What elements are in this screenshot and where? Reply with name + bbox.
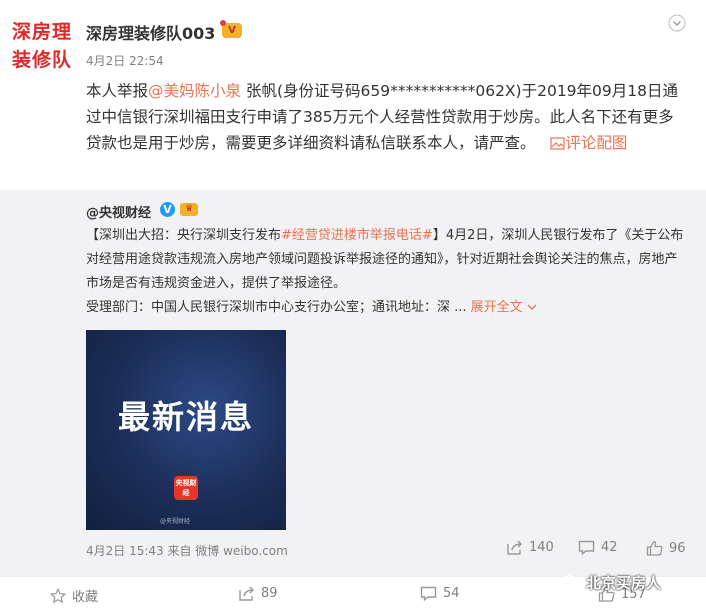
favorite-button[interactable]: 收藏: [50, 586, 98, 605]
repost-share-stat[interactable]: 140: [506, 540, 554, 555]
share-icon: [239, 586, 254, 601]
repost-meta[interactable]: 4月2日 15:43 来自 微博 weibo.com: [86, 542, 288, 559]
repost-text-bracket: 【深圳出大招：央行深圳支行发布: [86, 228, 282, 243]
watermark-text: 北京买房人: [586, 574, 662, 592]
share-button[interactable]: 89: [238, 586, 278, 601]
vip-badge-icon[interactable]: V: [220, 20, 242, 38]
avatar-text-line2: 装修队: [12, 49, 73, 71]
post-body: 本人举报@美妈陈小泉 张帆(身份证号码659***********062X)于2…: [86, 78, 686, 156]
hashtag-link[interactable]: #经营贷进楼市举报电话#: [281, 228, 433, 243]
chevron-down-icon[interactable]: [668, 14, 686, 32]
share-count: 89: [261, 586, 278, 601]
share-icon: [507, 540, 522, 555]
repost-like-count: 96: [669, 540, 686, 556]
mention-link[interactable]: @美妈陈小泉: [148, 82, 241, 100]
comment-icon: [578, 540, 595, 555]
repost-share-count: 140: [529, 540, 554, 555]
expand-full-text-link[interactable]: 展开全文: [471, 300, 537, 315]
post-timestamp[interactable]: 4月2日 22:54: [86, 52, 164, 69]
repost-author[interactable]: @央视财经: [86, 202, 151, 221]
news-image[interactable]: 最新消息 央视财经 @央视财经: [86, 330, 286, 530]
repost-body: 【深圳出大招：央行深圳支行发布#经营贷进楼市举报电话#】4月2日，深圳人民银行发…: [86, 224, 686, 320]
post-username[interactable]: 深房理装修队003: [86, 20, 215, 44]
repost-like-stat[interactable]: 96: [646, 540, 686, 556]
comment-picture-link[interactable]: 评论配图: [565, 134, 627, 152]
image-watermark: @央视财经: [160, 518, 191, 525]
repost-comment-count: 42: [601, 540, 618, 555]
avatar-text-line1: 深房理: [12, 21, 73, 43]
repost-comment-stat[interactable]: 42: [578, 540, 618, 555]
wechat-icon: [560, 574, 582, 590]
news-image-title: 最新消息: [117, 398, 254, 436]
comment-icon: [420, 586, 437, 601]
verified-icon: V: [160, 202, 175, 217]
comment-button[interactable]: 54: [420, 586, 460, 601]
favorite-label: 收藏: [72, 590, 99, 605]
repost-text-dept: 受理部门：中国人民银行深圳市中心支行办公室；通讯地址：深 ...: [86, 300, 471, 315]
watermark: 北京买房人: [560, 572, 661, 593]
vip-badge-icon-small: ♛: [180, 203, 198, 216]
expand-label: 展开全文: [470, 300, 523, 315]
post-text-prefix: 本人举报: [86, 82, 149, 100]
star-icon: [50, 587, 66, 603]
thumbs-up-icon: [646, 540, 663, 556]
comment-count: 54: [443, 586, 460, 601]
avatar[interactable]: 深房理 装修队: [12, 18, 74, 74]
cctv-finance-logo: 央视财经: [174, 476, 198, 500]
picture-icon[interactable]: [540, 134, 565, 152]
